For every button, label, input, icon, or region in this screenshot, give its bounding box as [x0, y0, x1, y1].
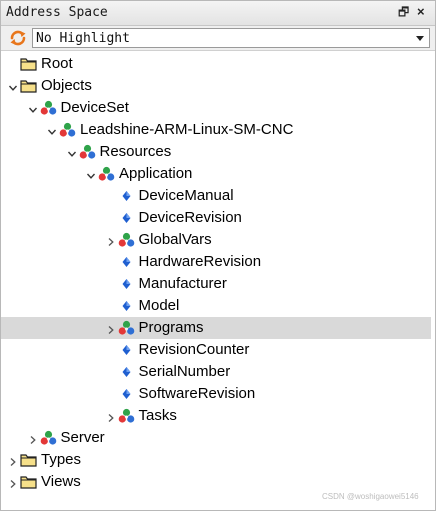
tree-item-label: Manufacturer — [138, 275, 227, 292]
chevron-right-icon[interactable] — [28, 432, 38, 444]
tree-item-label: DeviceRevision — [138, 209, 242, 226]
tree-item-hardwarerevision[interactable]: HardwareRevision — [1, 251, 431, 273]
tree-item-views[interactable]: Views — [1, 471, 431, 493]
folder-icon — [20, 56, 37, 72]
chevron-right-icon[interactable] — [106, 234, 116, 246]
chevron-right-icon[interactable] — [106, 410, 116, 422]
float-window-icon[interactable]: 🗗 — [398, 4, 409, 20]
tree-item-label: Views — [41, 473, 81, 490]
tree-item-globalvars[interactable]: GlobalVars — [1, 229, 431, 251]
tree-item-label: Application — [119, 165, 193, 182]
panel-titlebar: Address Space 🗗 × — [1, 1, 435, 26]
object-icon — [118, 320, 135, 336]
variable-icon — [118, 276, 135, 292]
folder-icon — [20, 452, 37, 468]
tree-item-label: Programs — [138, 319, 204, 336]
tree-item-objects[interactable]: Objects — [1, 75, 431, 97]
tree-item-deviceset[interactable]: DeviceSet — [1, 97, 431, 119]
tree-item-manufacturer[interactable]: Manufacturer — [1, 273, 431, 295]
variable-icon — [118, 188, 135, 204]
tree-item-softwarerevision[interactable]: SoftwareRevision — [1, 383, 431, 405]
chevron-down-icon[interactable] — [86, 168, 96, 179]
variable-icon — [118, 364, 135, 380]
variable-icon — [118, 386, 135, 402]
chevron-down-icon[interactable] — [67, 146, 77, 157]
object-icon — [98, 166, 115, 182]
tree-item-application[interactable]: Application — [1, 163, 431, 185]
chevron-down-icon[interactable] — [28, 102, 38, 113]
tree-item-serialnumber[interactable]: SerialNumber — [1, 361, 431, 383]
tree-item-label: Model — [138, 297, 180, 314]
variable-icon — [118, 342, 135, 358]
folder-icon — [20, 78, 37, 94]
tree-item-label: Tasks — [138, 407, 177, 424]
tree-item-devicemanual[interactable]: DeviceManual — [1, 185, 431, 207]
tree-item-model[interactable]: Model — [1, 295, 431, 317]
close-icon[interactable]: × — [417, 4, 425, 20]
watermark: CSDN @woshigaowei5146 — [322, 492, 419, 501]
chevron-right-icon[interactable] — [8, 476, 18, 488]
object-icon — [40, 100, 57, 116]
object-icon — [118, 232, 135, 248]
tree-item-resources[interactable]: Resources — [1, 141, 431, 163]
tree-item-label: Objects — [41, 77, 92, 94]
tree-item-label: Root — [41, 55, 73, 72]
tree-item-label: DeviceManual — [138, 187, 234, 204]
chevron-right-icon[interactable] — [106, 322, 116, 334]
tree-item-label: HardwareRevision — [138, 253, 262, 270]
object-icon — [59, 122, 76, 138]
variable-icon — [118, 210, 135, 226]
highlight-select-value: No Highlight — [36, 31, 130, 46]
folder-icon — [20, 474, 37, 490]
tree-item-root[interactable]: Root — [1, 53, 431, 75]
tree-item-tasks[interactable]: Tasks — [1, 405, 431, 427]
tree-item-label: Resources — [99, 143, 172, 160]
tree-item-label: Types — [41, 451, 82, 468]
chevron-down-icon[interactable] — [8, 80, 18, 91]
tree-item-revisioncounter[interactable]: RevisionCounter — [1, 339, 431, 361]
variable-icon — [118, 254, 135, 270]
tree-item-devicerevision[interactable]: DeviceRevision — [1, 207, 431, 229]
object-icon — [118, 408, 135, 424]
highlight-toolbar: No Highlight — [1, 26, 435, 51]
tree-item-programs[interactable]: Programs — [1, 317, 431, 339]
tree-item-leadshine-arm-linux-sm-cnc[interactable]: Leadshine-ARM-Linux-SM-CNC — [1, 119, 431, 141]
tree-item-label: SoftwareRevision — [138, 385, 256, 402]
highlight-select[interactable]: No Highlight — [32, 28, 430, 48]
chevron-down-icon[interactable] — [47, 124, 57, 135]
tree-item-types[interactable]: Types — [1, 449, 431, 471]
variable-icon — [118, 298, 135, 314]
tree-item-label: GlobalVars — [138, 231, 212, 248]
tree-item-label: Leadshine-ARM-Linux-SM-CNC — [80, 121, 294, 138]
refresh-icon[interactable] — [9, 30, 27, 46]
tree-item-label: RevisionCounter — [138, 341, 250, 358]
tree-item-server[interactable]: Server — [1, 427, 431, 449]
tree-item-label: DeviceSet — [60, 99, 129, 116]
object-icon — [40, 430, 57, 446]
object-icon — [79, 144, 96, 160]
panel-title: Address Space — [6, 5, 108, 20]
chevron-down-icon[interactable] — [416, 36, 424, 41]
address-space-panel: Address Space 🗗 × No Highlight Root Objec… — [0, 0, 436, 511]
chevron-right-icon[interactable] — [8, 454, 18, 466]
tree-item-label: Server — [60, 429, 105, 446]
tree-item-label: SerialNumber — [138, 363, 231, 380]
